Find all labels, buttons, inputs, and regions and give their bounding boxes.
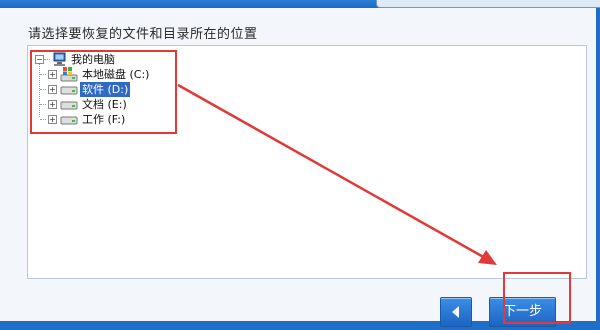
annotation-arrow (177, 83, 497, 265)
